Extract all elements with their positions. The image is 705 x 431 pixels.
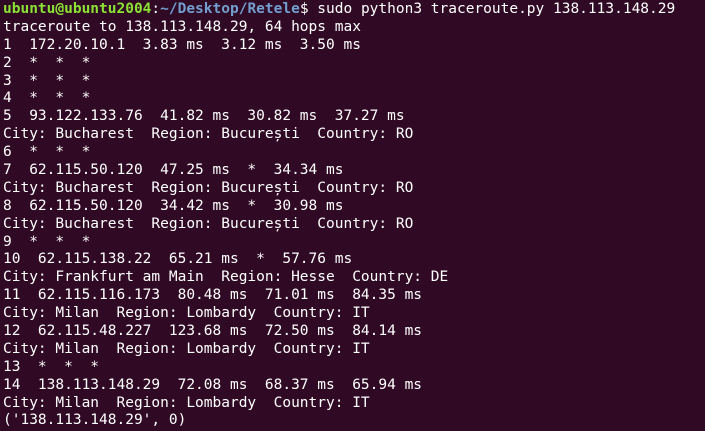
output-line: 2 * * * [3, 54, 91, 71]
output-line: 10 62.115.138.22 65.21 ms * 57.76 ms [3, 251, 353, 268]
prompt-separator: : [151, 1, 161, 17]
output-line: 6 * * * [3, 144, 91, 161]
output-line: 3 * * * [3, 72, 91, 89]
prompt-symbol: $ [299, 1, 309, 17]
output-line: City: Milan Region: Lombardy Country: IT [3, 305, 370, 322]
output-line: 13 * * * [3, 358, 100, 375]
output-line: City: Bucharest Region: București Countr… [3, 126, 414, 143]
output-line: 12 62.115.48.227 123.68 ms 72.50 ms 84.1… [3, 323, 423, 340]
output-line: 11 62.115.116.173 80.48 ms 71.01 ms 84.3… [3, 287, 423, 304]
output-line: 9 * * * [3, 233, 91, 250]
output-line: City: Milan Region: Lombardy Country: IT [3, 340, 370, 357]
prompt-command: sudo python3 traceroute.py 138.113.148.2… [308, 1, 676, 17]
prompt-path: ~/Desktop/Retele [160, 1, 300, 17]
output-line: traceroute to 138.113.148.29, 64 hops ma… [3, 18, 361, 35]
output-line: 8 62.115.50.120 34.42 ms * 30.98 ms [3, 197, 344, 214]
output-line: City: Milan Region: Lombardy Country: IT [3, 394, 370, 411]
prompt-user-host: ubuntu@ubuntu2004 [3, 1, 152, 17]
output-line: 5 93.122.133.76 41.82 ms 30.82 ms 37.27 … [3, 108, 405, 125]
terminal-window[interactable]: ubuntu@ubuntu2004:~/Desktop/Retele$ sudo… [0, 0, 705, 431]
output-line: City: Bucharest Region: București Countr… [3, 215, 414, 232]
output-line: 4 * * * [3, 90, 91, 107]
output-line: City: Frankfurt am Main Region: Hesse Co… [3, 269, 449, 286]
output-line: 1 172.20.10.1 3.83 ms 3.12 ms 3.50 ms [3, 36, 361, 53]
output-line: ('138.113.148.29', 0) [3, 412, 187, 429]
output-line: 7 62.115.50.120 47.25 ms * 34.34 ms [3, 162, 344, 179]
output-line: 14 138.113.148.29 72.08 ms 68.37 ms 65.9… [3, 376, 423, 393]
command-prompt-line: ubuntu@ubuntu2004:~/Desktop/Retele$ sudo… [3, 1, 705, 19]
output-line: City: Bucharest Region: București Countr… [3, 179, 414, 196]
